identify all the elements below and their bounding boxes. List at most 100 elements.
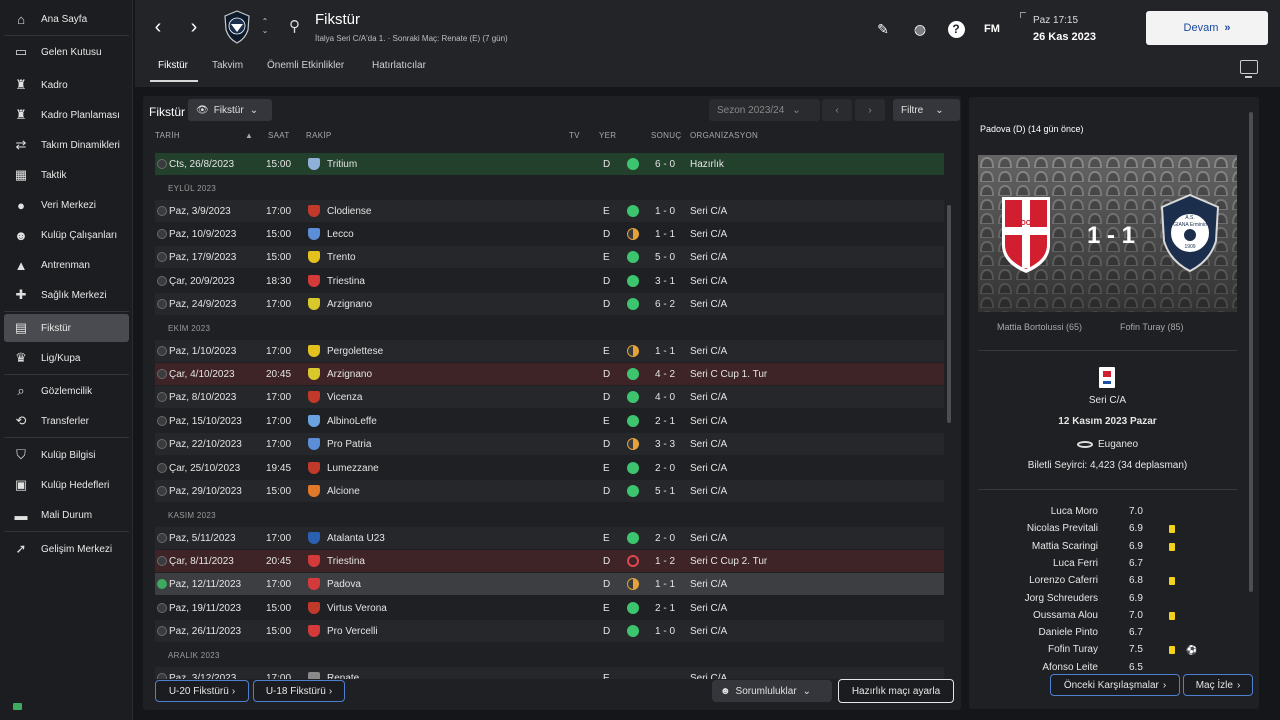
fixture-competition: Seri C/A [690, 252, 728, 263]
previous-meetings-button[interactable]: Önceki Karşılaşmalar › [1050, 674, 1180, 696]
fixture-row[interactable]: Cts, 26/8/2023 15:00 Tritium D 6 - 0 Hazırlık [155, 153, 944, 175]
world-icon[interactable]: ◍ [909, 19, 931, 39]
sidebar-item-staff[interactable]: ☻ Kulüp Çalışanları [4, 221, 129, 249]
prev-season-button[interactable]: ‹ [822, 99, 852, 121]
fm-menu-icon[interactable]: FM [981, 19, 1003, 39]
opponent-name: Renate [327, 673, 360, 679]
fixture-row[interactable]: Paz, 8/10/2023 17:00 Vicenza D 4 - 0 Seri C/A [155, 386, 944, 408]
fixture-row[interactable]: Paz, 5/11/2023 17:00 Atalanta U23 E 2 - 0 Ser… [155, 527, 944, 549]
match-status-icon [157, 416, 167, 426]
fixture-date: Paz, 26/11/2023 [169, 626, 242, 637]
player-rating-row[interactable]: Jorg Schreuders 6.9 [978, 593, 1237, 610]
sidebar-item-trophy[interactable]: ♛ Lig/Kupa [4, 344, 129, 372]
sidebar-item-medical[interactable]: ✚ Sağlık Merkezi [4, 281, 129, 309]
fixture-row[interactable]: Paz, 15/10/2023 17:00 AlbinoLeffe E 2 - 1 Ser… [155, 410, 944, 432]
tab-key-events[interactable]: Önemli Etkinlikler [267, 60, 344, 71]
col-time[interactable]: SAAT [268, 131, 290, 140]
fixture-row[interactable]: Paz, 12/11/2023 17:00 Padova D 1 - 1 Seri C/A [155, 573, 944, 595]
sidebar-item-squad-planner[interactable]: ♜ Kadro Planlaması [4, 101, 129, 129]
fixture-row[interactable]: Paz, 24/9/2023 17:00 Arzignano D 6 - 2 Seri C… [155, 293, 944, 315]
win-icon [627, 158, 639, 170]
sidebar-item-home[interactable]: ⌂ Ana Sayfa [4, 5, 129, 33]
sidebar-item-inbox[interactable]: ▭ Gelen Kutusu [4, 38, 129, 66]
player-rating-row[interactable]: Luca Moro 7.0 [978, 506, 1237, 523]
player-rating-row[interactable]: Daniele Pinto 6.7 [978, 627, 1237, 644]
chevron-right-icon: › [328, 685, 333, 697]
help-icon[interactable]: ? [945, 19, 967, 39]
club-switcher-icon[interactable]: ⌃ ⌄ [259, 17, 271, 35]
filter-button[interactable]: Filtre ⌄ [893, 99, 960, 121]
continue-button[interactable]: Devam » [1146, 11, 1268, 45]
watch-match-button[interactable]: Maç İzle › [1183, 674, 1253, 696]
fixture-row[interactable]: Paz, 3/9/2023 17:00 Clodiense E 1 - 0 Seri C/… [155, 200, 944, 222]
player-rating-row[interactable]: Oussama Alou 7.0 [978, 610, 1237, 627]
fixture-row[interactable]: Paz, 10/9/2023 15:00 Lecco D 1 - 1 Seri C/A [155, 223, 944, 245]
tab-fixtures[interactable]: Fikstür [158, 60, 188, 71]
back-arrow-icon[interactable]: ‹ [146, 14, 170, 40]
col-competition[interactable]: ORGANİZASYON [690, 131, 758, 140]
sidebar-item-label: Veri Merkezi [41, 199, 97, 211]
col-date[interactable]: TARİH [155, 131, 180, 140]
sidebar-item-development[interactable]: ➚ Gelişim Merkezi [4, 535, 129, 563]
forward-arrow-icon[interactable]: › [182, 14, 206, 40]
col-venue[interactable]: YER [599, 131, 616, 140]
edit-pencil-icon[interactable]: ✎ [872, 19, 894, 39]
fixture-row[interactable]: Paz, 17/9/2023 15:00 Trento E 5 - 0 Seri C/A [155, 246, 944, 268]
club-crest-icon[interactable] [223, 10, 251, 44]
opponent-name: Arzignano [327, 369, 373, 380]
arrange-friendly-button[interactable]: Hazırlık maçı ayarla [838, 679, 954, 703]
view-select[interactable]: 👁 Fikstür ⌄ [188, 99, 272, 121]
player-rating-row[interactable]: Fofin Turay 7.5 ⚽ [978, 644, 1237, 661]
search-icon[interactable]: ⚲ [289, 17, 300, 35]
fixture-row[interactable]: Paz, 3/12/2023 17:00 Renate E Seri C/A [155, 667, 944, 679]
fixture-row[interactable]: Çar, 25/10/2023 19:45 Lumezzane E 2 - 0 Seri … [155, 457, 944, 479]
next-season-button[interactable]: › [855, 99, 885, 121]
season-select[interactable]: Sezon 2023/24 ⌄ [709, 99, 820, 121]
fixture-row[interactable]: Paz, 26/11/2023 15:00 Pro Vercelli D 1 - 0 Se… [155, 620, 944, 642]
sidebar-item-dynamics[interactable]: ⇄ Takım Dinamikleri [4, 131, 129, 159]
u18-fixtures-button[interactable]: U-18 Fikstürü › [253, 680, 345, 702]
fixture-time: 17:00 [266, 299, 292, 310]
sidebar-item-objectives[interactable]: ▣ Kulüp Hedefleri [4, 471, 129, 499]
screen-icon[interactable] [1240, 60, 1258, 78]
divider [978, 350, 1237, 351]
player-rating-row[interactable]: Lorenzo Caferri 6.8 [978, 575, 1237, 592]
fixture-row[interactable]: Paz, 1/10/2023 17:00 Pergolettese E 1 - 1 Ser… [155, 340, 944, 362]
panel-title: Fikstür [149, 105, 185, 119]
col-tv[interactable]: TV [569, 131, 580, 140]
sidebar-item-club-info[interactable]: ⛉ Kulüp Bilgisi [4, 441, 129, 469]
player-rating-row[interactable]: Mattia Scaringi 6.9 [978, 541, 1237, 558]
player-rating-row[interactable]: Afonso Leite 6.5 [978, 662, 1237, 672]
continue-label: Devam [1183, 22, 1219, 34]
sidebar-item-scouting[interactable]: ⌕ Gözlemcilik [4, 377, 129, 405]
match-status-icon [157, 486, 167, 496]
player-rating-row[interactable]: Nicolas Previtali 6.9 [978, 523, 1237, 540]
fixture-row[interactable]: Paz, 19/11/2023 15:00 Virtus Verona E 2 - 1 S… [155, 597, 944, 619]
col-result[interactable]: SONUÇ [651, 131, 681, 140]
sidebar-item-finances[interactable]: ▬ Mali Durum [4, 501, 129, 529]
tab-calendar[interactable]: Takvim [212, 60, 243, 71]
fixture-row[interactable]: Çar, 20/9/2023 18:30 Triestina D 3 - 1 Seri C… [155, 270, 944, 292]
responsibilities-select[interactable]: ☻ Sorumluluklar ⌄ [712, 680, 832, 702]
win-icon [627, 275, 639, 287]
fixture-score: 1 - 0 [655, 206, 676, 217]
fixture-row[interactable]: Paz, 22/10/2023 17:00 Pro Patria D 3 - 3 Seri… [155, 433, 944, 455]
fixture-row[interactable]: Çar, 4/10/2023 20:45 Arzignano D 4 - 2 Seri C… [155, 363, 944, 385]
fixture-row[interactable]: Çar, 8/11/2023 20:45 Triestina D 1 - 2 Seri C… [155, 550, 944, 572]
tab-reminders[interactable]: Hatırlatıcılar [372, 60, 426, 71]
u20-fixtures-button[interactable]: U-20 Fikstürü › [155, 680, 249, 702]
sidebar-item-shirt[interactable]: ♜ Kadro [4, 71, 129, 99]
sidebar-item-training[interactable]: ▲ Antrenman [4, 251, 129, 279]
player-rating-row[interactable]: Luca Ferri 6.7 [978, 558, 1237, 575]
fixture-score: 1 - 2 [655, 556, 676, 567]
sidebar-item-calendar[interactable]: ▤ Fikstür [4, 314, 129, 342]
sidebar-item-label: Fikstür [41, 322, 71, 334]
player-rating: 6.5 [1129, 661, 1143, 672]
fixture-scrollbar[interactable] [947, 205, 951, 423]
summary-scrollbar[interactable] [1249, 112, 1253, 592]
sidebar-item-tactics[interactable]: ▦ Taktik [4, 161, 129, 189]
fixture-row[interactable]: Paz, 29/10/2023 15:00 Alcione D 5 - 1 Seri C/… [155, 480, 944, 502]
sidebar-item-transfers[interactable]: ⟲ Transferler [4, 407, 129, 435]
col-opponent[interactable]: RAKİP [306, 131, 332, 140]
sidebar-item-data-hub[interactable]: ● Veri Merkezi [4, 191, 129, 219]
